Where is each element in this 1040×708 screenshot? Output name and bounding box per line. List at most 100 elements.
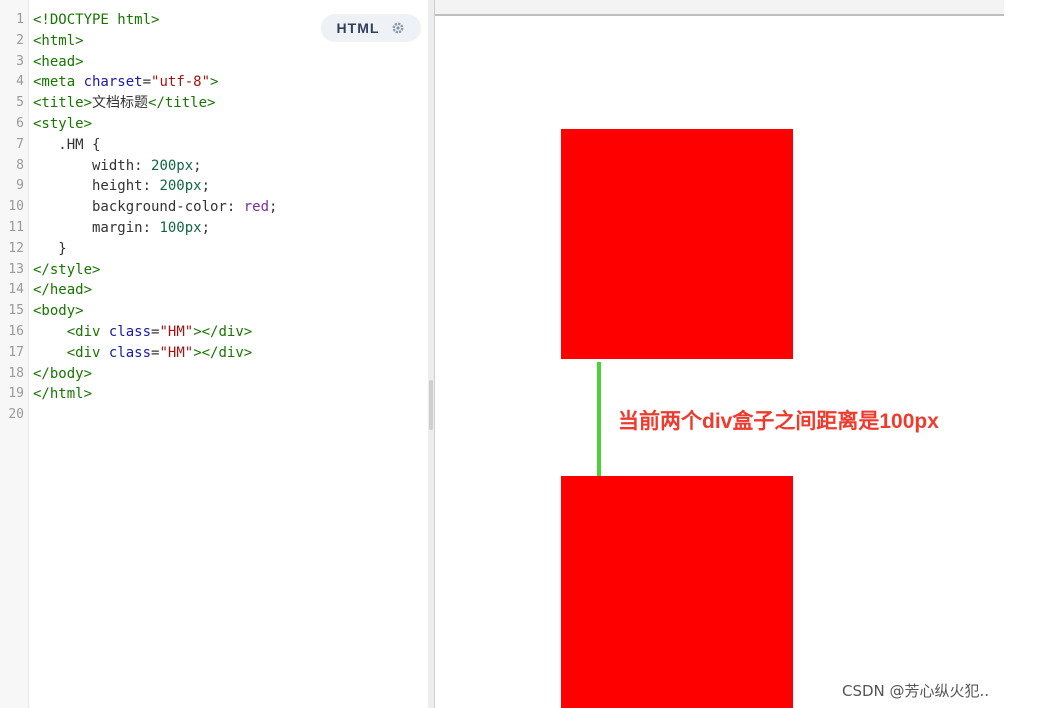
code-token: 100px xyxy=(159,219,202,236)
code-token: width: xyxy=(33,157,152,174)
code-token: "HM" xyxy=(159,323,194,340)
code-text: <style> xyxy=(33,114,92,135)
code-token: <body> xyxy=(33,303,84,320)
code-token: </body> xyxy=(33,365,93,382)
gap-annotation: 当前两个div盒子之间距离是100px xyxy=(618,410,939,433)
line-number: 19 xyxy=(8,386,24,402)
preview-toolbar xyxy=(435,0,1005,16)
splitter-handle[interactable] xyxy=(429,380,433,430)
code-text: } xyxy=(33,239,67,260)
line-number: 1 xyxy=(16,12,24,27)
line-number: 2 xyxy=(16,32,24,48)
line-number: 8 xyxy=(16,157,24,173)
code-token: </title> xyxy=(148,95,216,112)
red-box-second xyxy=(561,476,793,708)
code-text: <div class="HM"></div> xyxy=(33,343,252,364)
code-line[interactable]: 6 <style> xyxy=(0,114,428,135)
code-text: .HM { xyxy=(33,135,100,156)
line-number: 16 xyxy=(8,323,24,339)
line-number: 9 xyxy=(16,178,24,194)
code-token: charset xyxy=(83,74,143,91)
code-token: <style> xyxy=(33,115,93,132)
code-token: "utf-8" xyxy=(151,74,211,91)
code-line[interactable]: 16 <div class="HM"></div> xyxy=(0,322,428,343)
line-number: 20 xyxy=(8,407,24,423)
code-text: <html> xyxy=(33,31,84,52)
code-text: </html> xyxy=(33,384,92,405)
code-token: ; xyxy=(201,219,211,236)
code-line[interactable]: 4 <meta charset="utf-8"> xyxy=(0,72,428,93)
code-token: ; xyxy=(201,178,211,195)
code-line[interactable]: 8 width: 200px; xyxy=(0,156,428,177)
code-token: ></div> xyxy=(193,344,253,361)
code-line[interactable]: 9 height: 200px; xyxy=(0,176,428,197)
language-label: HTML xyxy=(336,20,380,36)
code-editor-pane[interactable]: 1 <!DOCTYPE html> 2 <html> 3 <head> 4 <meta cha… xyxy=(0,0,429,708)
gap-indicator-line xyxy=(597,362,601,479)
line-number: 15 xyxy=(8,303,24,319)
code-line[interactable]: 7 .HM { xyxy=(0,135,428,156)
watermark: CSDN @芳心纵火犯.. xyxy=(842,682,990,700)
code-line[interactable]: 3 <head> xyxy=(0,52,428,73)
code-line[interactable]: 19 </html> xyxy=(0,384,428,405)
code-text: <title>文档标题</title> xyxy=(33,93,215,114)
code-token: ></div> xyxy=(193,323,253,340)
code-token: </html> xyxy=(33,386,93,403)
code-token: margin: xyxy=(33,219,160,236)
code-token: } xyxy=(33,240,67,257)
line-number: 6 xyxy=(16,115,24,131)
line-number: 12 xyxy=(8,240,24,256)
code-line[interactable]: 12 } xyxy=(0,239,428,260)
code-text: </head> xyxy=(33,280,92,301)
code-token: class xyxy=(108,344,152,361)
code-line[interactable]: 20 xyxy=(0,405,428,426)
line-number: 14 xyxy=(8,282,24,298)
code-line[interactable]: 5 <title>文档标题</title> xyxy=(0,93,428,114)
line-number: 3 xyxy=(16,53,24,69)
code-lines[interactable]: 1 <!DOCTYPE html> 2 <html> 3 <head> 4 <meta cha… xyxy=(0,10,428,426)
code-token: = xyxy=(142,74,152,91)
code-token: 200px xyxy=(159,178,202,195)
code-line[interactable]: 18 </body> xyxy=(0,364,428,385)
language-badge[interactable]: HTML xyxy=(321,14,421,42)
right-margin xyxy=(1004,0,1040,708)
line-number: 5 xyxy=(16,95,24,111)
code-token: height: xyxy=(33,178,160,195)
code-token: </head> xyxy=(33,282,93,299)
code-text: margin: 100px; xyxy=(33,218,210,239)
code-text: <div class="HM"></div> xyxy=(33,322,252,343)
code-token: <div xyxy=(66,323,109,340)
code-token: 文档标题 xyxy=(92,95,149,112)
code-line[interactable]: 14 </head> xyxy=(0,280,428,301)
code-text: width: 200px; xyxy=(33,156,202,177)
line-number: 10 xyxy=(8,199,24,215)
code-token: <head> xyxy=(33,53,84,70)
code-line[interactable]: 15 <body> xyxy=(0,301,428,322)
code-token: class xyxy=(108,323,152,340)
code-text: <head> xyxy=(33,52,84,73)
code-token: "HM" xyxy=(159,344,194,361)
code-text: </style> xyxy=(33,260,100,281)
line-number: 13 xyxy=(8,261,24,277)
code-token: </style> xyxy=(33,261,101,278)
code-text: </body> xyxy=(33,364,92,385)
code-token: .HM { xyxy=(33,136,101,153)
line-number: 18 xyxy=(8,365,24,381)
gear-icon[interactable] xyxy=(391,21,405,35)
code-text: <meta charset="utf-8"> xyxy=(33,72,218,93)
code-line[interactable]: 17 <div class="HM"></div> xyxy=(0,343,428,364)
code-text: background-color: red; xyxy=(33,197,277,218)
code-token: <div xyxy=(66,344,109,361)
code-line[interactable]: 10 background-color: red; xyxy=(0,197,428,218)
code-token: > xyxy=(210,74,219,91)
line-number: 17 xyxy=(8,344,24,360)
line-number: 4 xyxy=(16,74,24,90)
preview-pane: 当前两个div盒子之间距离是100px xyxy=(434,0,1005,708)
code-token: red xyxy=(243,199,270,216)
code-token: background-color: xyxy=(33,199,244,216)
code-line[interactable]: 11 margin: 100px; xyxy=(0,218,428,239)
code-token: <meta xyxy=(33,74,84,91)
line-number: 7 xyxy=(16,136,24,152)
code-line[interactable]: 13 </style> xyxy=(0,260,428,281)
